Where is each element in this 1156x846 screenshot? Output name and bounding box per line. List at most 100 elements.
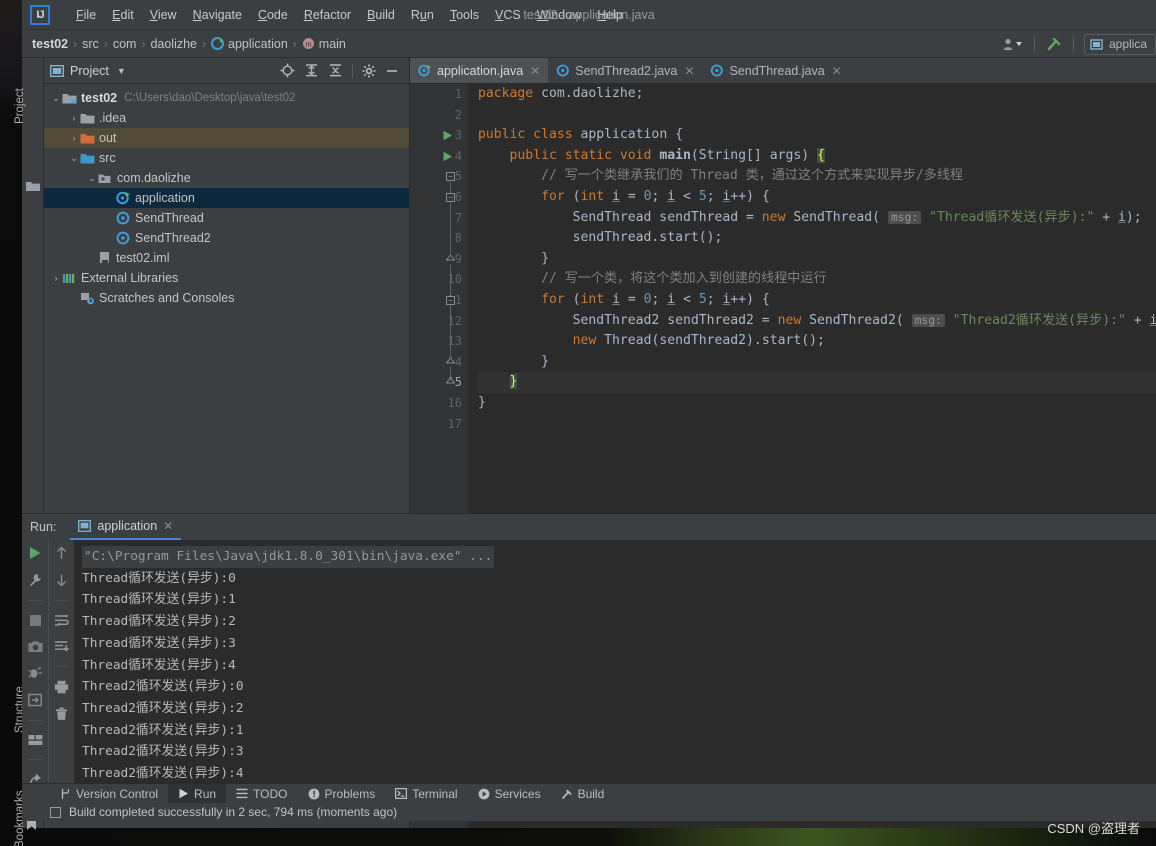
breadcrumb-item-src[interactable]: src — [82, 37, 99, 51]
code-line[interactable]: SendThread sendThread = new SendThread( … — [478, 208, 1156, 229]
fold-collapse-icon[interactable]: − — [446, 193, 455, 202]
print-icon[interactable] — [54, 680, 69, 694]
stop-icon[interactable] — [29, 614, 42, 627]
bottom-tab-terminal[interactable]: Terminal — [385, 784, 467, 804]
tree-node-out[interactable]: › out — [44, 128, 409, 148]
breadcrumb-item-main[interactable]: main — [319, 37, 346, 51]
menu-view[interactable]: View — [142, 5, 185, 25]
code-line[interactable]: } — [478, 249, 1156, 270]
run-configuration-selector[interactable]: applica — [1083, 33, 1156, 55]
code-line[interactable]: } — [478, 372, 1156, 393]
fold-end-icon[interactable] — [446, 254, 455, 264]
bottom-tab-build[interactable]: Build — [551, 784, 615, 804]
code-line[interactable] — [478, 414, 1156, 435]
console-output[interactable]: "C:\Program Files\Java\jdk1.8.0_301\bin\… — [74, 540, 1156, 787]
bottom-tab-run[interactable]: Run — [168, 783, 227, 804]
close-icon[interactable]: ✕ — [832, 64, 842, 78]
tree-node-src[interactable]: ⌄ src — [44, 148, 409, 168]
soft-wrap-icon[interactable] — [54, 614, 69, 627]
run-triangle-icon[interactable] — [442, 151, 453, 162]
code-line[interactable]: } — [478, 393, 1156, 414]
scroll-end-icon[interactable] — [54, 640, 69, 653]
rerun-icon[interactable] — [28, 693, 42, 707]
code-line[interactable]: for (int i = 0; i < 5; i++) { — [478, 187, 1156, 208]
tree-node-package[interactable]: ⌄ com.daolizhe — [44, 168, 409, 188]
code-line[interactable]: for (int i = 0; i < 5; i++) { — [478, 290, 1156, 311]
fold-end-icon[interactable] — [446, 357, 455, 367]
menu-code[interactable]: Code — [250, 5, 296, 25]
layout-icon[interactable] — [28, 734, 43, 746]
arrow-up-icon[interactable] — [55, 546, 68, 560]
run-tab-application[interactable]: application ✕ — [70, 514, 182, 540]
tree-node-sendthread[interactable]: SendThread — [44, 208, 409, 228]
run-triangle-icon[interactable] — [442, 130, 453, 141]
menu-vcs[interactable]: VCS — [487, 5, 529, 25]
menu-window[interactable]: Window — [529, 5, 589, 25]
menu-build[interactable]: Build — [359, 5, 403, 25]
breadcrumb-item-project[interactable]: test02 — [32, 37, 68, 51]
menu-run[interactable]: Run — [403, 5, 442, 25]
tree-node-application[interactable]: application — [44, 188, 409, 208]
code-line[interactable]: // 写一个类，将这个类加入到创建的线程中运行 — [478, 269, 1156, 290]
menu-tools[interactable]: Tools — [442, 5, 487, 25]
bottom-tab-todo[interactable]: TODO — [226, 784, 297, 804]
debug-icon[interactable] — [28, 666, 43, 680]
tree-node-sendthread2[interactable]: SendThread2 — [44, 228, 409, 248]
breadcrumb-item-application[interactable]: application — [228, 37, 288, 51]
trash-icon[interactable] — [55, 707, 68, 721]
bottom-tab-version-control[interactable]: Version Control — [50, 784, 168, 804]
tree-node-external-libraries[interactable]: › External Libraries — [44, 268, 409, 288]
menu-refactor[interactable]: Refactor — [296, 5, 359, 25]
camera-icon[interactable] — [28, 640, 43, 653]
fold-end-icon[interactable] — [446, 378, 455, 388]
bottom-tab-problems[interactable]: Problems — [298, 784, 386, 804]
bottom-tab-services[interactable]: Services — [468, 784, 551, 804]
code-line[interactable]: public class application { — [478, 125, 1156, 146]
editor-tab-sendthread[interactable]: SendThread.java ✕ — [702, 58, 849, 83]
chevron-down-icon[interactable]: ▼ — [117, 66, 126, 76]
code-line[interactable]: new Thread(sendThread2).start(); — [478, 331, 1156, 352]
editor-tab-application[interactable]: application.java ✕ — [410, 58, 549, 83]
code-line[interactable]: SendThread2 sendThread2 = new SendThread… — [478, 311, 1156, 332]
code-line[interactable]: public static void main(String[] args) { — [478, 146, 1156, 167]
code-line[interactable]: } — [478, 352, 1156, 373]
menu-help[interactable]: Help — [589, 5, 631, 25]
menu-edit[interactable]: Edit — [104, 5, 142, 25]
expand-all-icon[interactable] — [304, 63, 319, 78]
locate-target-icon[interactable] — [280, 63, 295, 78]
code-line[interactable]: // 写一个类继承我们的 Thread 类，通过这个方式来实现异步/多线程 — [478, 166, 1156, 187]
breadcrumb-item-daolizhe[interactable]: daolizhe — [150, 37, 197, 51]
tree-node-iml[interactable]: test02.iml — [44, 248, 409, 268]
gear-icon[interactable] — [362, 64, 376, 78]
run-icon[interactable] — [28, 546, 42, 560]
breadcrumb-item-com[interactable]: com — [113, 37, 137, 51]
arrow-down-icon[interactable] — [55, 573, 68, 587]
editor-tab-label: application.java — [437, 63, 524, 78]
close-icon[interactable]: ✕ — [530, 64, 540, 78]
chevron-right-icon[interactable]: › — [68, 113, 80, 123]
wrench-icon[interactable] — [28, 573, 42, 587]
editor-tab-sendthread2[interactable]: SendThread2.java ✕ — [548, 58, 702, 83]
code-line[interactable] — [478, 105, 1156, 126]
code-line[interactable]: package com.daolizhe; — [478, 84, 1156, 105]
fold-collapse-icon[interactable]: − — [446, 172, 455, 182]
menu-navigate[interactable]: Navigate — [185, 5, 250, 25]
fold-collapse-icon[interactable]: − — [446, 296, 455, 305]
collapse-all-icon[interactable] — [328, 63, 343, 78]
tool-tab-project[interactable]: Project — [14, 88, 26, 124]
user-avatar-dropdown-icon[interactable] — [1002, 37, 1024, 51]
code-line[interactable]: sendThread.start(); — [478, 228, 1156, 249]
chevron-right-icon[interactable]: › — [68, 133, 80, 143]
chevron-down-icon[interactable]: ⌄ — [68, 153, 80, 164]
minimize-icon[interactable] — [385, 64, 403, 78]
chevron-down-icon[interactable]: ⌄ — [86, 173, 98, 184]
chevron-down-icon[interactable]: ⌄ — [50, 93, 62, 104]
build-hammer-icon[interactable] — [1045, 35, 1063, 53]
tree-node-scratches[interactable]: Scratches and Consoles — [44, 288, 409, 308]
close-icon[interactable]: ✕ — [163, 519, 173, 533]
menu-file[interactable]: FFileile — [68, 5, 104, 25]
close-icon[interactable]: ✕ — [684, 64, 694, 78]
chevron-right-icon[interactable]: › — [50, 273, 62, 283]
tree-node-test02[interactable]: ⌄ test02 C:\Users\dao\Desktop\java\test0… — [44, 88, 409, 108]
tree-node-idea[interactable]: › .idea — [44, 108, 409, 128]
